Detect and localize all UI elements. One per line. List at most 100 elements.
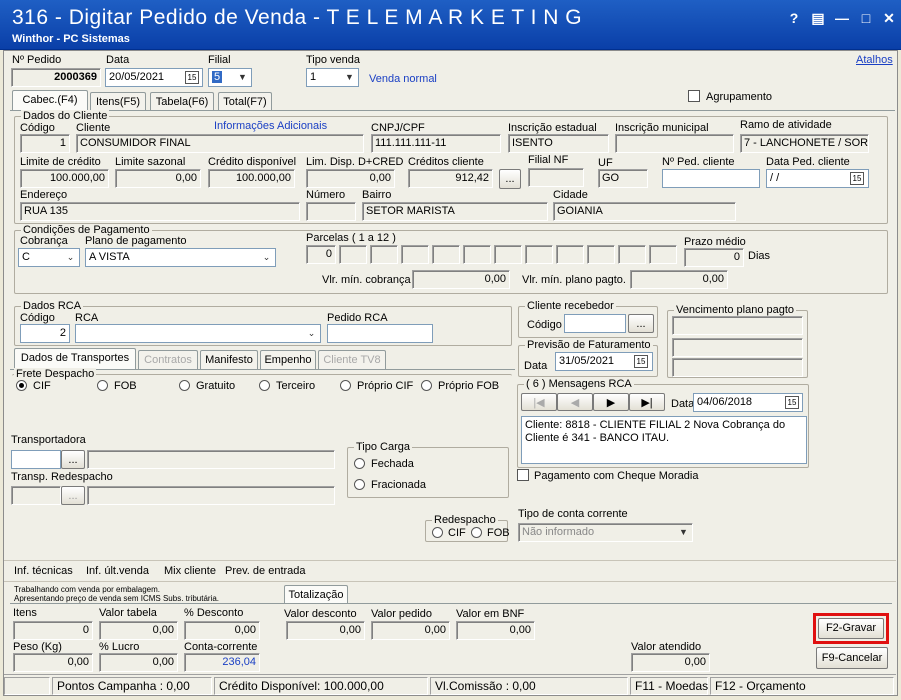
- msg-prev-button[interactable]: ◀: [557, 393, 593, 411]
- creditos-field: 912,42: [408, 169, 493, 188]
- msg-next-button[interactable]: ▶: [593, 393, 629, 411]
- pedido-label: Nº Pedido: [12, 54, 62, 66]
- transportadora-nome-field: [87, 450, 335, 469]
- previsao-group-title: Previsão de Faturamento: [525, 339, 653, 351]
- tab-totalizacao[interactable]: Totalização: [284, 585, 348, 604]
- filial-nf-field: [528, 168, 584, 187]
- calendar-icon[interactable]: 15: [185, 71, 199, 84]
- filial-label: Filial: [208, 54, 231, 66]
- frete-proprio-cif-radio[interactable]: [340, 380, 351, 391]
- msg-text[interactable]: Cliente: 8818 - CLIENTE FILIAL 2 Nova Co…: [521, 416, 807, 464]
- vlr-tabela-field: 0,00: [99, 621, 178, 640]
- carga-fechada-label: Fechada: [371, 458, 414, 470]
- creditos-lookup-button[interactable]: ...: [499, 169, 521, 189]
- note-embalagem: Trabalhando com venda por embalagem.: [14, 585, 161, 594]
- minimize-icon[interactable]: —: [832, 8, 852, 28]
- vlr-atendido-field: 0,00: [631, 653, 710, 672]
- credito-disp-label: Crédito disponível: [208, 156, 297, 168]
- help-button[interactable]: ?: [784, 8, 804, 28]
- vlr-bnf-label: Valor em BNF: [456, 608, 525, 620]
- conta-corrente-field: 236,04: [184, 653, 260, 672]
- pedido-field: 2000369: [11, 68, 101, 87]
- cobranca-select[interactable]: C ⌄: [18, 248, 80, 267]
- cliente-nome-field: CONSUMIDOR FINAL: [76, 134, 364, 153]
- vencimento-field-3: [672, 358, 803, 377]
- frete-cif-radio[interactable]: [16, 380, 27, 391]
- rca-codigo-label: Código: [20, 312, 55, 324]
- desconto-label: % Desconto: [184, 607, 244, 619]
- filial-select[interactable]: 5 ▼: [208, 68, 252, 87]
- tab-divider: [10, 110, 895, 111]
- frete-proprio-fob-radio[interactable]: [421, 380, 432, 391]
- lucro-field: 0,00: [99, 653, 178, 672]
- redespacho-fob-radio[interactable]: [471, 527, 482, 538]
- data-label: Data: [106, 54, 130, 66]
- tipo-venda-select[interactable]: 1 ▼: [306, 68, 359, 87]
- frete-terceiro-radio[interactable]: [259, 380, 270, 391]
- main-tabs: Cabec.(F4) Itens(F5) Tabela(F6) Total(F7…: [10, 90, 280, 112]
- gravar-button[interactable]: F2-Gravar: [818, 618, 884, 639]
- restore-icon[interactable]: ▤: [808, 8, 828, 28]
- tab-manifesto[interactable]: Manifesto: [200, 350, 258, 369]
- tab-empenho[interactable]: Empenho: [260, 350, 316, 369]
- tab-total[interactable]: Total(F7): [218, 92, 272, 111]
- agrupamento-checkbox[interactable]: [688, 90, 700, 102]
- maximize-icon[interactable]: □: [856, 8, 876, 28]
- chevron-down-icon: ⌄: [66, 252, 75, 262]
- frete-gratuito-radio[interactable]: [179, 380, 190, 391]
- carga-fracionada-radio[interactable]: [354, 479, 365, 490]
- menu-inf-tecnicas[interactable]: Inf. técnicas: [14, 565, 73, 577]
- info-adicionais-link[interactable]: Informações Adicionais: [214, 120, 327, 132]
- credito-disp-field: 100.000,00: [208, 169, 295, 188]
- menu-inf-ult-venda[interactable]: Inf. últ.venda: [86, 565, 149, 577]
- calendar-icon[interactable]: 15: [785, 396, 799, 409]
- parcela-field: [556, 245, 584, 264]
- tab-tabela[interactable]: Tabela(F6): [150, 92, 214, 111]
- calendar-icon[interactable]: 15: [850, 172, 864, 185]
- nped-input[interactable]: [662, 169, 760, 188]
- close-icon[interactable]: ✕: [879, 8, 899, 28]
- cancelar-button[interactable]: F9-Cancelar: [816, 647, 888, 669]
- pedido-rca-input[interactable]: [327, 324, 433, 343]
- vlr-bnf-field: 0,00: [456, 621, 535, 640]
- plano-select[interactable]: A VISTA ⌄: [85, 248, 276, 267]
- frete-proprio-fob-label: Próprio FOB: [438, 380, 500, 392]
- rca-codigo-input[interactable]: 2: [20, 324, 70, 343]
- carga-fechada-radio[interactable]: [354, 458, 365, 469]
- recebedor-lookup-button[interactable]: ...: [628, 314, 654, 333]
- transportadora-input[interactable]: [11, 450, 61, 469]
- parcela-field: [339, 245, 367, 264]
- tab-itens[interactable]: Itens(F5): [90, 92, 146, 111]
- recebedor-codigo-input[interactable]: [564, 314, 626, 333]
- parcela-field: [370, 245, 398, 264]
- cliente-codigo-label: Código: [20, 122, 55, 134]
- tab-cliente-tv8[interactable]: Cliente TV8: [318, 350, 386, 369]
- transp-redespacho-lookup-button[interactable]: ...: [61, 486, 85, 505]
- tab-cabec[interactable]: Cabec.(F4): [12, 90, 88, 111]
- msg-last-button[interactable]: ▶|: [629, 393, 665, 411]
- menu-mix-cliente[interactable]: Mix cliente: [164, 565, 216, 577]
- calendar-icon[interactable]: 15: [634, 355, 648, 368]
- tab-contratos[interactable]: Contratos: [138, 350, 198, 369]
- status-orcamento[interactable]: F12 - Orçamento: [710, 677, 894, 695]
- cliente-nome-label: Cliente: [76, 122, 111, 134]
- frete-fob-radio[interactable]: [97, 380, 108, 391]
- chevron-down-icon: ▼: [345, 72, 354, 82]
- msg-first-button[interactable]: |◀: [521, 393, 557, 411]
- tab-dados-transportes[interactable]: Dados de Transportes: [14, 348, 136, 369]
- atalhos-link[interactable]: Atalhos: [856, 54, 893, 66]
- msg-data-label: Data: [671, 398, 695, 410]
- transp-redespacho-nome-field: [87, 486, 335, 505]
- frete-proprio-cif-label: Próprio CIF: [357, 380, 414, 392]
- vlr-cob-field: 0,00: [412, 270, 510, 289]
- rca-select[interactable]: ⌄: [75, 324, 321, 343]
- cheque-moradia-checkbox[interactable]: [517, 469, 529, 481]
- bairro-field: SETOR MARISTA: [362, 202, 548, 221]
- menu-prev-entrada[interactable]: Prev. de entrada: [225, 565, 306, 577]
- status-moedas[interactable]: F11 - Moedas: [630, 677, 708, 695]
- transportadora-lookup-button[interactable]: ...: [61, 450, 85, 469]
- redespacho-cif-radio[interactable]: [432, 527, 443, 538]
- tipo-conta-select[interactable]: Não informado ▼: [518, 523, 693, 542]
- filial-nf-label: Filial NF: [528, 154, 569, 166]
- lim-disp-label: Lim. Disp. D+CRED: [306, 156, 404, 168]
